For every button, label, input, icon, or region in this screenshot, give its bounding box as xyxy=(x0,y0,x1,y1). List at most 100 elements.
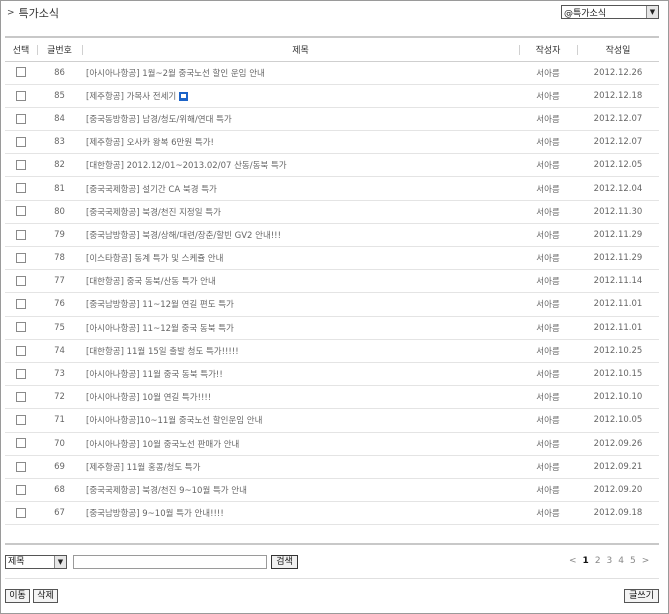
row-subject-link[interactable]: [중국남방항공] 9~10월 특가 안내!!!! xyxy=(86,509,224,519)
row-subject-link[interactable]: [아시아나항공] 10월 연길 특가!!!! xyxy=(86,393,211,403)
row-date: 2012.09.21 xyxy=(577,455,659,479)
row-checkbox[interactable] xyxy=(16,391,26,402)
row-number: 74 xyxy=(37,339,82,363)
page-link-5[interactable]: 5 xyxy=(630,556,636,566)
page-link-1[interactable]: 1 xyxy=(583,556,589,566)
row-subject-link[interactable]: [아시아나항공]10~11월 중국노선 할인운임 안내 xyxy=(86,416,262,426)
pagination-prev[interactable]: < xyxy=(569,556,577,566)
row-checkbox[interactable] xyxy=(16,67,26,78)
row-select-cell xyxy=(5,478,37,503)
row-subject-link[interactable]: [중국국제항공] 북경/천진 지정일 특가 xyxy=(86,208,221,218)
pagination-next[interactable]: > xyxy=(642,556,650,566)
row-subject-cell: [대한항공] 중국 동북/산동 특가 안내 xyxy=(82,269,519,294)
board-title: > 특가소식 xyxy=(7,5,59,21)
table-row: 80 [중국국제항공] 북경/천진 지정일 특가 서아름 2012.11.30 xyxy=(5,200,659,224)
row-checkbox[interactable] xyxy=(16,276,26,287)
row-select-cell xyxy=(5,200,37,224)
row-author: 서아름 xyxy=(519,269,577,294)
row-checkbox[interactable] xyxy=(16,322,26,333)
row-subject-link[interactable]: [이스타항공] 동계 특가 및 스케쥴 안내 xyxy=(86,254,223,264)
row-checkbox[interactable] xyxy=(16,415,26,426)
row-author: 서아름 xyxy=(519,478,577,503)
row-author: 서아름 xyxy=(519,223,577,248)
row-subject-link[interactable]: [중국국제항공] 북경/천진 9~10월 특가 안내 xyxy=(86,486,247,496)
row-subject-cell: [중국남방항공] 9~10월 특가 안내!!!! xyxy=(82,501,519,526)
row-subject-cell: [아시아나항공] 11월 중국 동북 특가!! xyxy=(82,362,519,387)
delete-button[interactable]: 삭제 xyxy=(33,589,58,603)
row-subject-link[interactable]: [중국국제항공] 설기간 CA 북경 특가 xyxy=(86,185,217,195)
dropdown-arrow-icon[interactable]: ▼ xyxy=(54,556,66,568)
row-checkbox[interactable] xyxy=(16,252,26,263)
row-subject-link[interactable]: [중국남방항공] 11~12월 연길 편도 특가 xyxy=(86,300,234,310)
move-button[interactable]: 이동 xyxy=(5,589,30,603)
row-subject-cell: [중국남방항공] 11~12월 연길 편도 특가 xyxy=(82,292,519,317)
row-subject-link[interactable]: [제주항공] 오사카 왕복 6만원 특가! xyxy=(86,138,214,148)
post-table: 선택 글번호 제목 작성자 작성일 86 [아시아나항공] 1월~2월 중국노선 … xyxy=(5,39,659,526)
row-date: 2012.11.30 xyxy=(577,200,659,224)
row-date: 2012.10.15 xyxy=(577,362,659,387)
table-row: 76 [중국남방항공] 11~12월 연길 편도 특가 서아름 2012.11.01 xyxy=(5,292,659,317)
row-subject-link[interactable]: [중국동방항공] 남경/청도/위해/연대 특가 xyxy=(86,115,232,125)
page-link-3[interactable]: 3 xyxy=(607,556,613,566)
row-subject-link[interactable]: [아시아나항공] 10월 중국노선 판매가 안내 xyxy=(86,440,239,450)
row-checkbox[interactable] xyxy=(16,160,26,171)
row-author: 서아름 xyxy=(519,292,577,317)
row-subject-link[interactable]: [제주항공] 11월 홍콩/청도 특가 xyxy=(86,463,200,473)
row-subject-link[interactable]: [대한항공] 중국 동북/산동 특가 안내 xyxy=(86,277,216,287)
table-row: 84 [중국동방항공] 남경/청도/위해/연대 특가 서아름 2012.12.07 xyxy=(5,107,659,132)
row-number: 84 xyxy=(37,107,82,132)
row-checkbox[interactable] xyxy=(16,438,26,449)
write-button[interactable]: 글쓰기 xyxy=(624,589,659,603)
row-checkbox[interactable] xyxy=(16,299,26,310)
search-input[interactable] xyxy=(73,555,267,569)
row-author: 서아름 xyxy=(519,200,577,224)
row-date: 2012.11.01 xyxy=(577,292,659,317)
page-link-4[interactable]: 4 xyxy=(618,556,624,566)
row-select-cell xyxy=(5,61,37,85)
row-subject-link[interactable]: [대한항공] 11월 15일 출발 청도 특가!!!!! xyxy=(86,347,239,357)
row-select-cell xyxy=(5,246,37,271)
row-checkbox[interactable] xyxy=(16,507,26,518)
row-date: 2012.09.20 xyxy=(577,478,659,503)
row-select-cell xyxy=(5,292,37,317)
row-select-cell xyxy=(5,455,37,479)
board-select[interactable]: @특가소식 ▼ xyxy=(561,5,659,19)
dropdown-arrow-icon[interactable]: ▼ xyxy=(646,6,658,18)
row-checkbox[interactable] xyxy=(16,206,26,217)
row-subject-link[interactable]: [중국남방항공] 북경/상해/대련/장춘/할빈 GV2 안내!!! xyxy=(86,231,281,241)
search-field-select[interactable]: 제목 ▼ xyxy=(5,555,67,569)
row-subject-link[interactable]: [아시아나항공] 11~12월 중국 동북 특가 xyxy=(86,324,234,334)
row-checkbox[interactable] xyxy=(16,229,26,240)
row-subject-link[interactable]: [제주항공] 가목사 전세기 xyxy=(86,92,176,102)
row-number: 81 xyxy=(37,176,82,201)
row-checkbox[interactable] xyxy=(16,484,26,495)
row-date: 2012.11.29 xyxy=(577,246,659,271)
table-row: 70 [아시아나항공] 10월 중국노선 판매가 안내 서아름 2012.09.26 xyxy=(5,432,659,456)
row-subject-link[interactable]: [대한항공] 2012.12/01~2013.02/07 산동/동북 특가 xyxy=(86,161,287,171)
row-author: 서아름 xyxy=(519,130,577,155)
row-author: 서아름 xyxy=(519,316,577,340)
table-bottom-rule xyxy=(5,543,659,545)
table-top-rule xyxy=(5,36,659,38)
row-checkbox[interactable] xyxy=(16,461,26,472)
row-author: 서아름 xyxy=(519,176,577,201)
row-checkbox[interactable] xyxy=(16,90,26,101)
chevron-right-icon: > xyxy=(7,8,15,18)
row-date: 2012.12.04 xyxy=(577,176,659,201)
row-date: 2012.12.07 xyxy=(577,130,659,155)
row-select-cell xyxy=(5,269,37,294)
row-subject-link[interactable]: [아시아나항공] 1월~2월 중국노선 할인 운임 안내 xyxy=(86,69,265,79)
row-subject-link[interactable]: [아시아나항공] 11월 중국 동북 특가!! xyxy=(86,370,223,380)
row-checkbox[interactable] xyxy=(16,113,26,124)
row-checkbox[interactable] xyxy=(16,183,26,194)
page-link-2[interactable]: 2 xyxy=(595,556,601,566)
row-number: 71 xyxy=(37,408,82,433)
row-subject-cell: [아시아나항공] 11~12월 중국 동북 특가 xyxy=(82,316,519,340)
row-checkbox[interactable] xyxy=(16,368,26,379)
board-select-value: @특가소식 xyxy=(564,8,607,19)
row-select-cell xyxy=(5,339,37,363)
row-checkbox[interactable] xyxy=(16,136,26,147)
row-number: 70 xyxy=(37,432,82,456)
row-checkbox[interactable] xyxy=(16,345,26,356)
search-button[interactable]: 검색 xyxy=(271,555,298,569)
